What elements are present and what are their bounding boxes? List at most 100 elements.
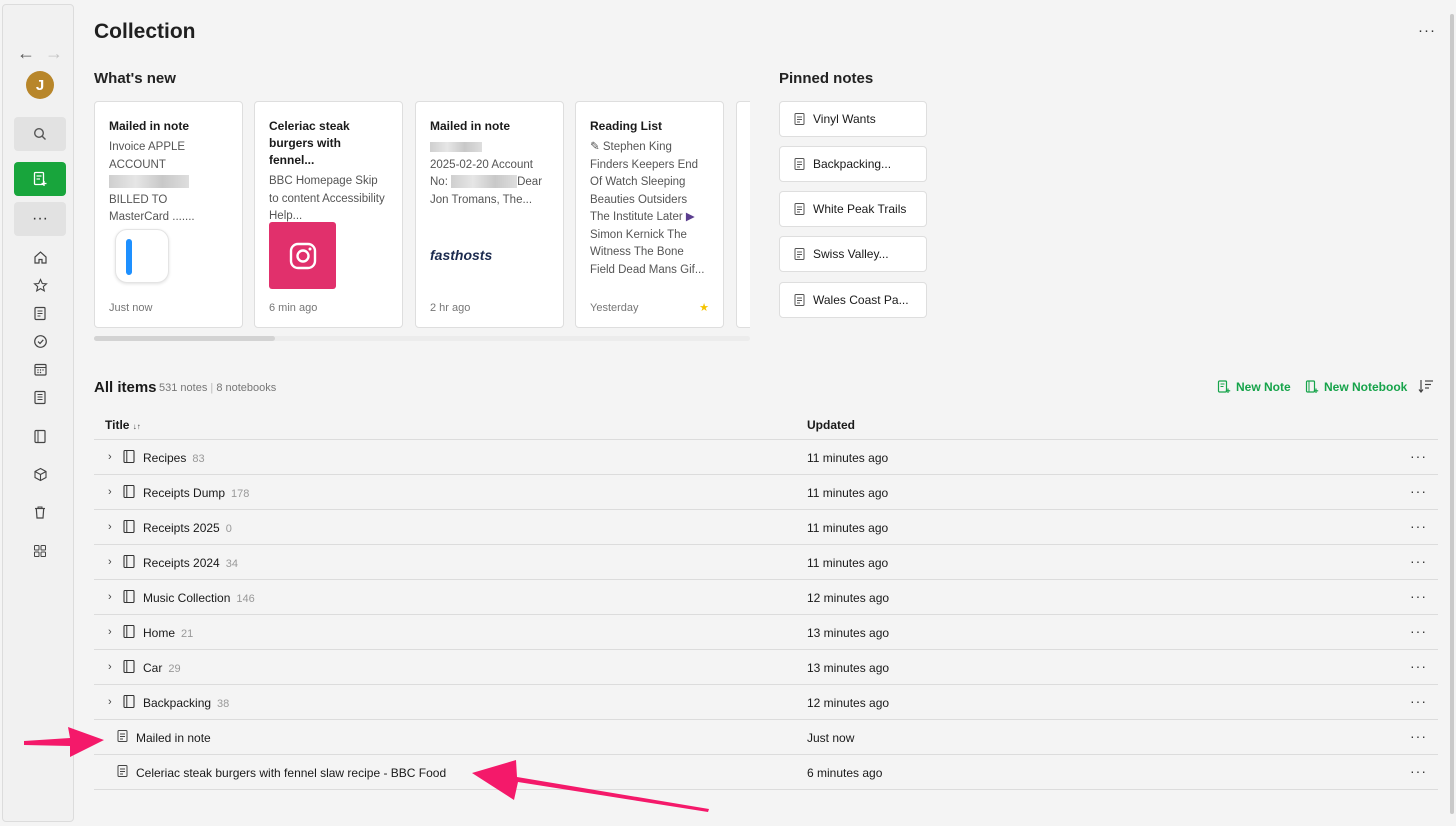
templates-icon[interactable]: [31, 388, 49, 406]
whats-new-card-peek[interactable]: [736, 101, 750, 328]
row-name: Car 29: [143, 661, 181, 675]
table-row[interactable]: › Music Collection 146 12 minutes ago ···: [94, 580, 1438, 615]
notebook-icon: [123, 555, 135, 568]
row-more-button[interactable]: ···: [1410, 483, 1427, 499]
trash-icon[interactable]: [31, 503, 49, 521]
star-icon[interactable]: ★: [699, 301, 709, 314]
title-column-header[interactable]: Title ↓↑: [105, 418, 141, 432]
table-row[interactable]: Mailed in note Just now ···: [94, 720, 1438, 755]
row-name: Recipes 83: [143, 451, 205, 465]
avatar[interactable]: J: [26, 71, 54, 99]
more-rail-button[interactable]: ···: [14, 202, 66, 236]
row-more-button[interactable]: ···: [1410, 623, 1427, 639]
card-title: Reading List: [590, 119, 663, 133]
table-row[interactable]: › Receipts 2025 0 11 minutes ago ···: [94, 510, 1438, 545]
calendar-icon[interactable]: [31, 360, 49, 378]
spaces-cube-icon[interactable]: [31, 465, 49, 483]
row-updated: 11 minutes ago: [807, 451, 889, 465]
card-body: Invoice APPLE ACCOUNT BILLED TO MasterCa…: [109, 141, 195, 223]
table-row[interactable]: › Receipts Dump 178 11 minutes ago ···: [94, 475, 1438, 510]
expand-chevron-icon[interactable]: ›: [108, 451, 112, 463]
notebook-icon: [123, 520, 135, 533]
expand-chevron-icon[interactable]: ›: [108, 661, 112, 673]
notebook-icon[interactable]: [31, 427, 49, 445]
expand-chevron-icon[interactable]: ›: [108, 556, 112, 568]
row-updated: 11 minutes ago: [807, 521, 889, 535]
whats-new-title: What's new: [94, 70, 176, 87]
table-row[interactable]: › Receipts 2024 34 11 minutes ago ···: [94, 545, 1438, 580]
pinned-note[interactable]: Backpacking...: [779, 146, 927, 182]
pinned-notes-title: Pinned notes: [779, 70, 874, 87]
page-scrollbar[interactable]: [1450, 2, 1454, 822]
search-icon: [33, 127, 46, 140]
expand-chevron-icon[interactable]: ›: [108, 626, 112, 638]
star-icon[interactable]: [31, 276, 49, 294]
row-more-button[interactable]: ···: [1410, 588, 1427, 604]
note-icon: [794, 113, 805, 125]
card-body: BBC Homepage Skip to content Accessibili…: [269, 175, 385, 222]
row-updated: 12 minutes ago: [807, 591, 890, 605]
note-icon: [794, 203, 805, 215]
row-more-button[interactable]: ···: [1410, 518, 1427, 534]
new-note-button[interactable]: New Note: [1217, 380, 1291, 394]
instagram-logo-icon: [269, 222, 336, 289]
table-row[interactable]: › Home 21 13 minutes ago ···: [94, 615, 1438, 650]
expand-chevron-icon[interactable]: ›: [108, 591, 112, 603]
whats-new-card[interactable]: Celeriac steak burgers with fennel... BB…: [254, 101, 403, 328]
row-name: Celeriac steak burgers with fennel slaw …: [136, 766, 447, 780]
expand-chevron-icon[interactable]: ›: [108, 521, 112, 533]
row-updated: 12 minutes ago: [807, 696, 890, 710]
notes-icon[interactable]: [31, 304, 49, 322]
home-icon[interactable]: [31, 248, 49, 266]
note-icon: [794, 158, 805, 170]
table-row[interactable]: › Recipes 83 11 minutes ago ···: [94, 440, 1438, 475]
pinned-note[interactable]: Wales Coast Pa...: [779, 282, 927, 318]
fasthosts-logo: fasthosts: [430, 247, 493, 263]
back-arrow-icon[interactable]: ←: [17, 43, 35, 64]
card-time: 2 hr ago: [430, 302, 471, 314]
expand-chevron-icon[interactable]: ›: [108, 486, 112, 498]
pinned-note[interactable]: Vinyl Wants: [779, 101, 927, 137]
row-updated: 6 minutes ago: [807, 766, 883, 780]
row-more-button[interactable]: ···: [1410, 763, 1427, 779]
whats-new-card[interactable]: Mailed in note Invoice APPLE ACCOUNT BIL…: [94, 101, 243, 328]
whats-new-card[interactable]: Mailed in note 2025-02-20 Account No: De…: [415, 101, 564, 328]
all-items-title: All items: [94, 379, 157, 396]
note-icon: [794, 294, 805, 306]
card-time: Yesterday: [590, 302, 639, 314]
apps-grid-icon[interactable]: [31, 542, 49, 560]
row-more-button[interactable]: ···: [1410, 553, 1427, 569]
row-more-button[interactable]: ···: [1410, 658, 1427, 674]
notebook-icon: [123, 590, 135, 603]
cards-scrollbar[interactable]: [94, 336, 750, 341]
row-more-button[interactable]: ···: [1410, 728, 1427, 744]
row-name: Receipts 2025 0: [143, 521, 232, 535]
forward-arrow-icon[interactable]: →: [45, 43, 63, 64]
sidebar-rail: ← → J ···: [2, 4, 74, 822]
notebook-icon: [123, 450, 135, 463]
new-note-icon: [1217, 380, 1231, 393]
card-title: Mailed in note: [430, 119, 511, 133]
all-items-counts: 531 notes | 8 notebooks: [159, 382, 277, 394]
row-more-button[interactable]: ···: [1410, 693, 1427, 709]
clapper-icon: ▶: [685, 211, 695, 223]
page-more-button[interactable]: ···: [1418, 22, 1436, 39]
new-notebook-icon: [1305, 380, 1319, 393]
table-row[interactable]: › Car 29 13 minutes ago ···: [94, 650, 1438, 685]
notebook-icon: [123, 485, 135, 498]
table-row[interactable]: › Backpacking 38 12 minutes ago ···: [94, 685, 1438, 720]
expand-chevron-icon[interactable]: ›: [108, 696, 112, 708]
sort-options-icon[interactable]: [1418, 378, 1434, 399]
new-note-rail-button[interactable]: [14, 162, 66, 196]
row-more-button[interactable]: ···: [1410, 448, 1427, 464]
pinned-note[interactable]: Swiss Valley...: [779, 236, 927, 272]
table-row[interactable]: Celeriac steak burgers with fennel slaw …: [94, 755, 1438, 790]
new-notebook-button[interactable]: New Notebook: [1305, 380, 1407, 394]
search-button[interactable]: [14, 117, 66, 151]
pinned-note[interactable]: White Peak Trails: [779, 191, 927, 227]
whats-new-card[interactable]: Reading List ✎ Stephen King Finders Keep…: [575, 101, 724, 328]
row-name: Music Collection 146: [143, 591, 255, 605]
tasks-icon[interactable]: [31, 332, 49, 350]
note-icon: [117, 730, 128, 742]
updated-column-header[interactable]: Updated: [807, 418, 855, 432]
